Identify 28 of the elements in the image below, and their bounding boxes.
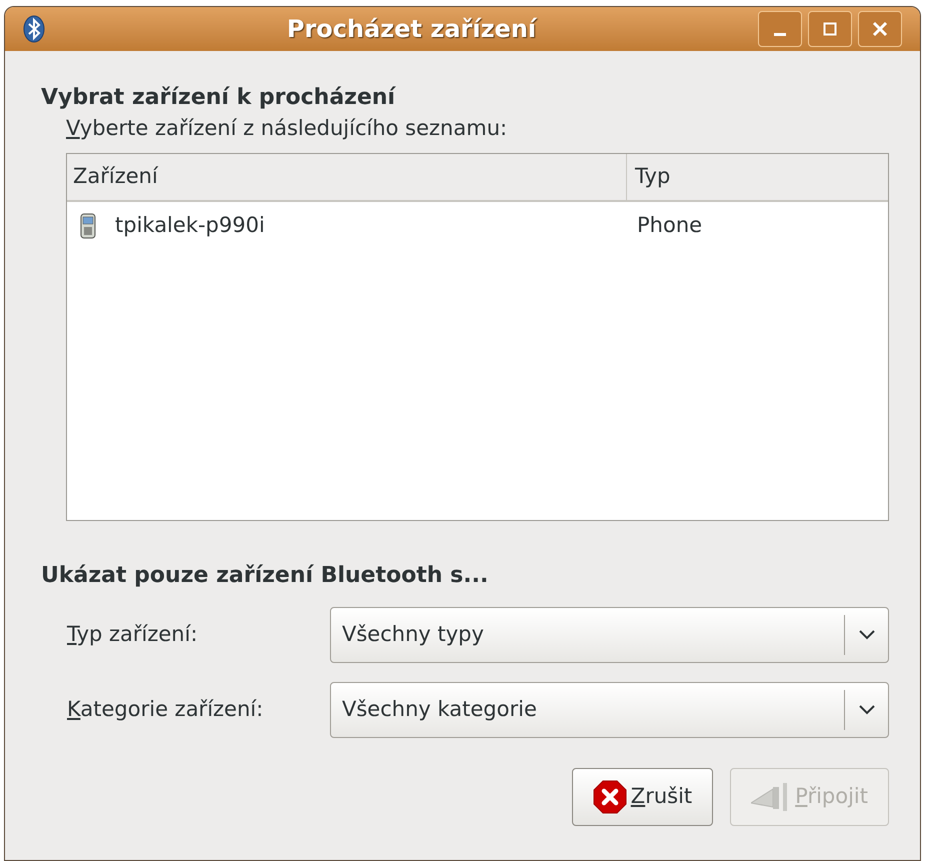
minimize-button[interactable] (758, 11, 802, 47)
button-label: Zrušit (630, 783, 692, 810)
filter-label: Kategorie zařízení: (67, 696, 264, 724)
instruction-label: Vyberte zařízení z následujícího seznamu: (65, 115, 508, 142)
maximize-icon (822, 21, 838, 37)
filter-label: Typ zařízení: (67, 621, 199, 648)
chevron-down-icon (858, 705, 874, 715)
table-cell-text: tpikalek-p990i (115, 212, 265, 240)
section-heading: Vybrat zařízení k procházení (41, 84, 397, 112)
dropdown-value: Všechny kategorie (341, 696, 538, 724)
close-button[interactable] (858, 11, 902, 47)
bluetooth-icon (23, 15, 45, 43)
dropdown-value: Všechny typy (341, 621, 485, 648)
cancel-button[interactable]: Zrušit (572, 768, 714, 826)
cancel-icon (592, 780, 627, 814)
button-label: Připojit (795, 783, 868, 810)
minimize-icon (774, 32, 786, 36)
window-title: Procházet zařízení (286, 14, 538, 45)
column-header[interactable]: Typ (627, 154, 888, 200)
dropdown[interactable]: Všechny kategorie (330, 682, 889, 738)
table-cell-text: Phone (636, 212, 702, 240)
dropdown[interactable]: Všechny typy (330, 607, 889, 663)
chevron-down-icon (858, 630, 874, 640)
maximize-button[interactable] (808, 11, 852, 47)
phone-icon (79, 212, 97, 240)
close-icon (872, 21, 888, 37)
column-header[interactable]: Zařízení (67, 154, 627, 200)
section-heading: Ukázat pouze zařízení Bluetooth s... (41, 562, 490, 590)
